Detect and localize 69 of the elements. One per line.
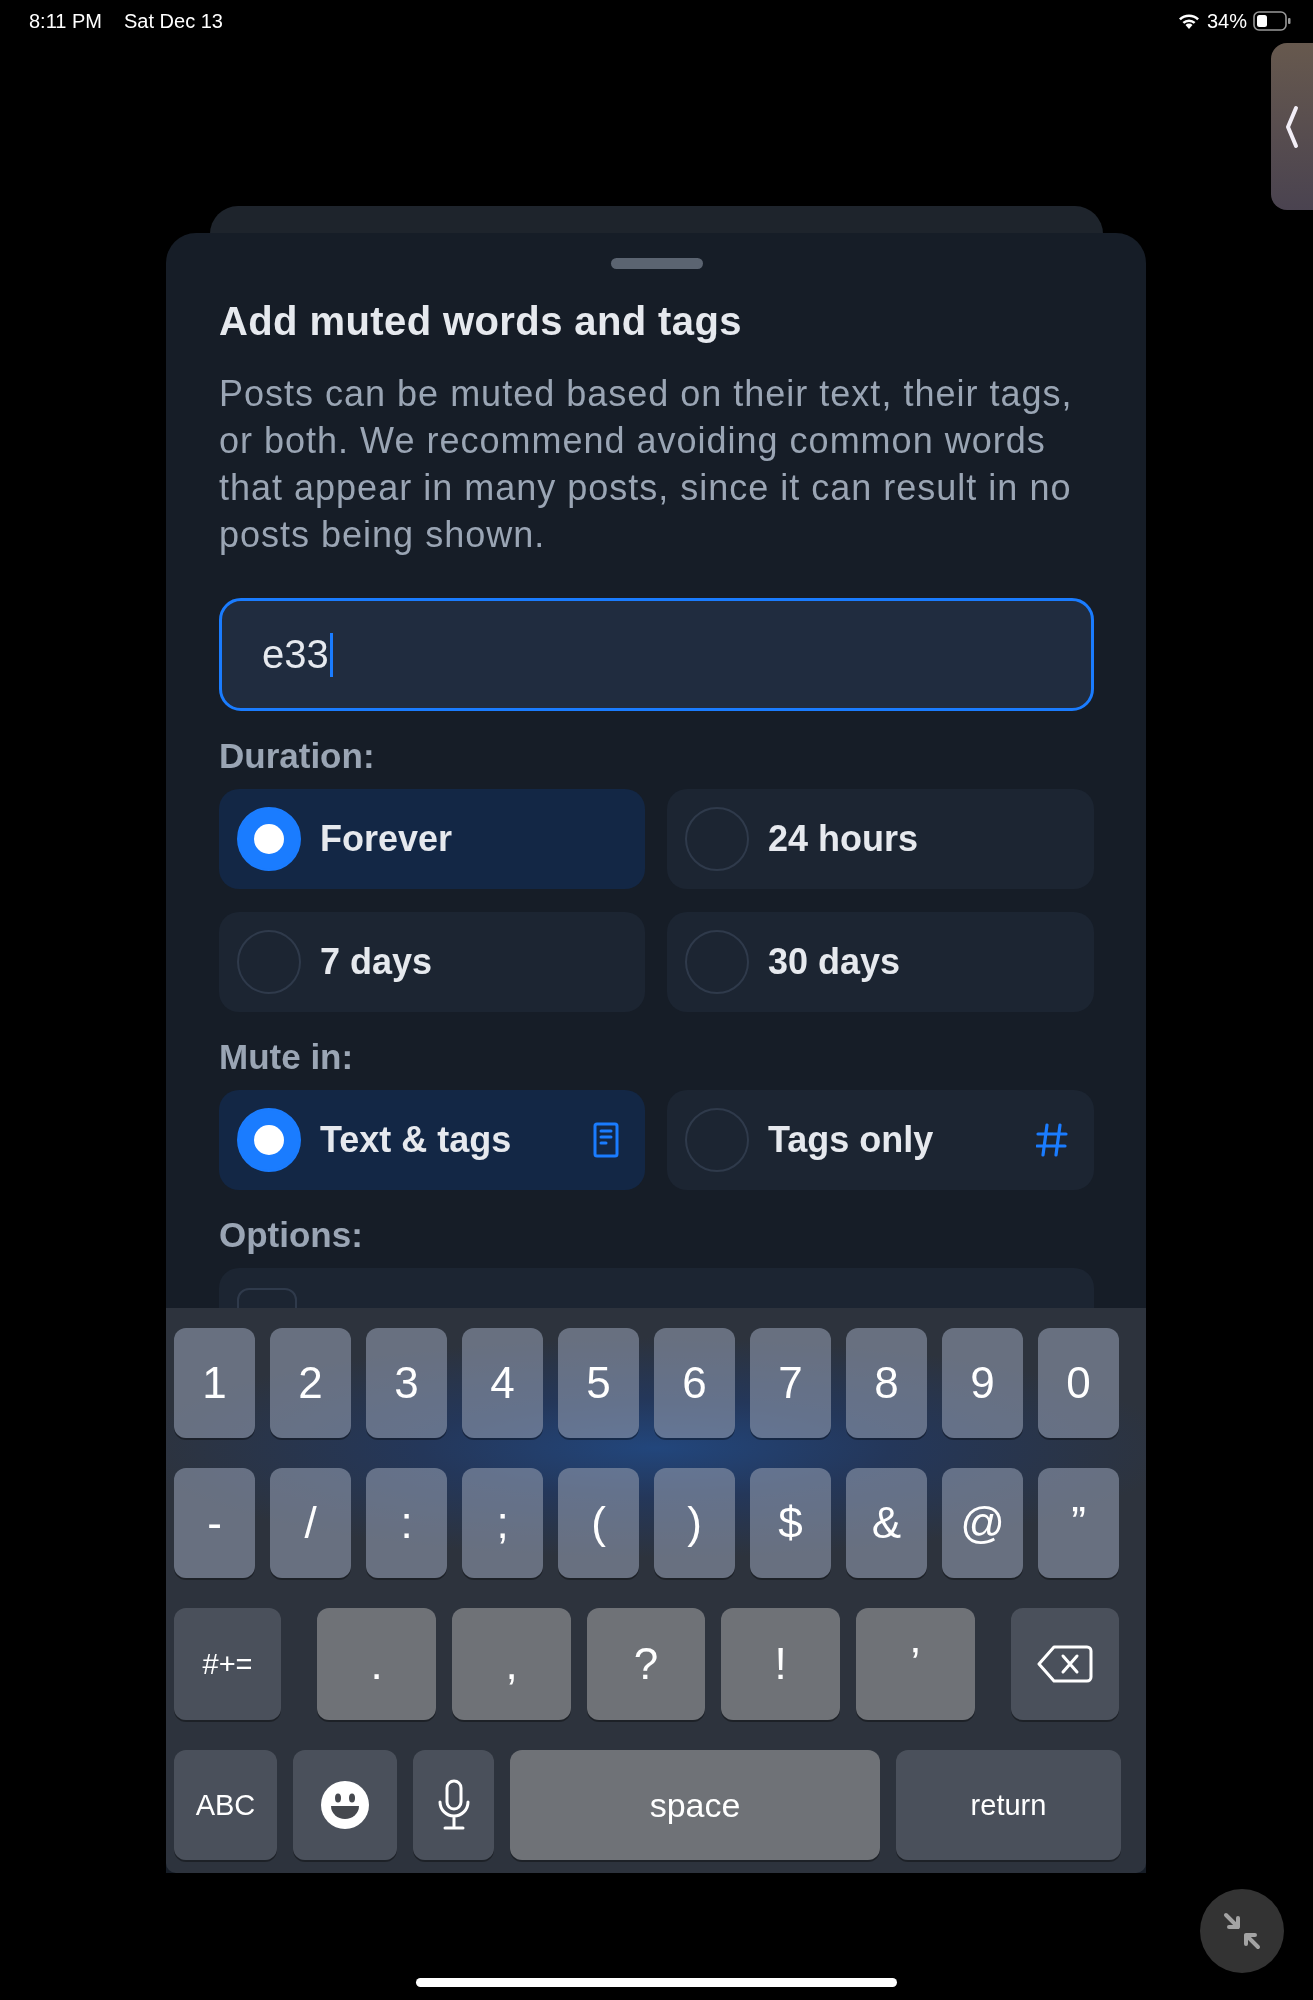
text-cursor [329, 632, 333, 677]
wifi-icon [1176, 12, 1201, 30]
delete-key[interactable] [1011, 1608, 1119, 1720]
keyboard-key[interactable]: ABC [174, 1750, 277, 1860]
option-card[interactable]: 30 days [667, 912, 1094, 1012]
chevron-left-icon [1284, 104, 1300, 149]
keyboard-key[interactable]: @ [942, 1468, 1023, 1578]
collapse-arrows-icon [1222, 1911, 1262, 1951]
keyboard-key[interactable]: ! [721, 1608, 840, 1720]
keyboard-key[interactable]: - [174, 1468, 255, 1578]
status-time: 8:11 PM [29, 9, 102, 33]
battery-percent: 34% [1206, 9, 1247, 33]
keyboard-key[interactable]: ’ [856, 1608, 975, 1720]
radio-button[interactable] [685, 1108, 749, 1172]
keyboard-key[interactable]: 6 [654, 1328, 735, 1438]
keyboard-key[interactable]: 0 [1038, 1328, 1119, 1438]
sheet-description: Posts can be muted based on their text, their tags, or both. We recommend avoiding common words that appear in many posts, since it can result in no posts being shown. [219, 372, 1074, 557]
keyboard-key[interactable]: ” [1038, 1468, 1119, 1578]
keyboard-key[interactable]: 8 [846, 1328, 927, 1438]
option-card[interactable]: Forever [219, 789, 645, 889]
battery-icon [1253, 11, 1291, 31]
keyboard-key[interactable]: $ [750, 1468, 831, 1578]
option-label: Text & tags [320, 1119, 513, 1161]
keyboard-key[interactable]: ) [654, 1468, 735, 1578]
keyboard-key[interactable]: 3 [366, 1328, 447, 1438]
keyboard-key[interactable]: ( [558, 1468, 639, 1578]
option-label: Tags only [768, 1119, 935, 1161]
keyboard-key[interactable]: , [452, 1608, 571, 1720]
keyboard-key[interactable]: 5 [558, 1328, 639, 1438]
section-label: Mute in: [219, 1037, 354, 1077]
keyboard-key[interactable]: 4 [462, 1328, 543, 1438]
emoji-key[interactable] [293, 1750, 397, 1860]
backspace-icon [1037, 1644, 1093, 1684]
option-label: 30 days [768, 941, 902, 983]
keyboard-key[interactable]: 2 [270, 1328, 351, 1438]
radio-button[interactable] [685, 807, 749, 871]
side-tab[interactable] [1271, 43, 1313, 210]
status-date: Sat Dec 13 [124, 9, 223, 33]
option-label: 7 days [320, 941, 434, 983]
option-card[interactable]: Tags only [667, 1090, 1094, 1190]
keyboard-key[interactable]: . [317, 1608, 436, 1720]
smiley-icon [320, 1780, 370, 1830]
option-card[interactable]: 24 hours [667, 789, 1094, 889]
microphone-icon [436, 1779, 471, 1831]
keyboard-key[interactable]: & [846, 1468, 927, 1578]
keyboard-key[interactable]: #+= [174, 1608, 281, 1720]
keyboard-key[interactable]: / [270, 1468, 351, 1578]
hashtag-icon [1036, 1123, 1068, 1157]
keyboard-key[interactable]: 1 [174, 1328, 255, 1438]
drag-handle[interactable] [610, 258, 703, 269]
keyboard-key[interactable]: ; [462, 1468, 543, 1578]
sheet-title: Add muted words and tags [219, 299, 742, 343]
space-key[interactable]: space [510, 1750, 880, 1860]
document-icon [593, 1122, 619, 1158]
section-label: Options: [219, 1215, 363, 1255]
keyboard-key[interactable]: : [366, 1468, 447, 1578]
section-label: Duration: [219, 736, 375, 776]
keyboard-key[interactable]: ? [587, 1608, 705, 1720]
text-field[interactable]: e33 [219, 598, 1094, 711]
dictation-key[interactable] [413, 1750, 494, 1860]
option-card[interactable]: 7 days [219, 912, 645, 1012]
radio-button[interactable] [685, 930, 749, 994]
option-card[interactable]: Text & tags [219, 1090, 645, 1190]
keyboard-key[interactable]: 7 [750, 1328, 831, 1438]
radio-button[interactable] [237, 930, 301, 994]
option-label: Forever [320, 818, 454, 860]
option-label: 24 hours [768, 818, 920, 860]
keyboard-key[interactable]: return [896, 1750, 1121, 1860]
keyboard-key[interactable]: 9 [942, 1328, 1023, 1438]
